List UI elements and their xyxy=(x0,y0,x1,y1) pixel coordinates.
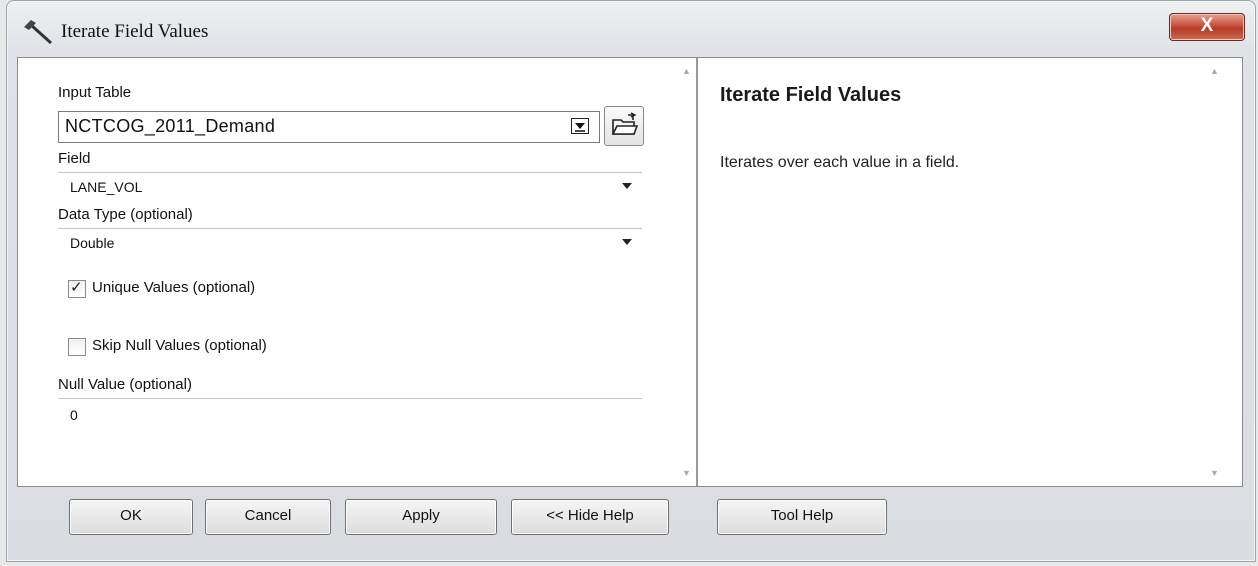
help-panel: Iterate Field Values Iterates over each … xyxy=(698,58,1224,486)
unique-values-checkbox[interactable]: ✓ xyxy=(68,279,86,298)
parameters-scrollbar[interactable]: ▲ ▼ xyxy=(678,58,696,486)
dropdown-caret-icon xyxy=(622,239,632,245)
help-description: Iterates over each value in a field. xyxy=(720,154,960,171)
ok-button[interactable]: OK xyxy=(69,499,193,535)
folder-open-icon xyxy=(611,112,639,135)
data-type-label: Data Type (optional) xyxy=(58,206,193,223)
dropdown-caret-icon xyxy=(622,183,632,189)
help-title: Iterate Field Values xyxy=(720,84,902,106)
field-label: Field xyxy=(58,150,91,167)
input-table-value: NCTCOG_2011_Demand xyxy=(65,116,276,136)
data-type-value: Double xyxy=(70,235,115,251)
scroll-up-icon[interactable]: ▲ xyxy=(1210,66,1219,76)
null-value-input[interactable]: 0 xyxy=(58,398,642,433)
chevron-down-icon[interactable] xyxy=(571,118,589,134)
browse-button[interactable] xyxy=(604,106,644,146)
null-value-label: Null Value (optional) xyxy=(58,376,192,393)
skip-null-values-checkbox[interactable] xyxy=(68,338,86,356)
help-scrollbar[interactable]: ▲ ▼ xyxy=(1206,58,1224,486)
close-button[interactable]: X xyxy=(1169,13,1245,41)
tool-help-button[interactable]: Tool Help xyxy=(717,499,887,535)
data-type-dropdown[interactable]: Double xyxy=(58,228,642,257)
hammer-icon xyxy=(24,20,53,45)
field-value: LANE_VOL xyxy=(70,179,143,195)
title-bar[interactable]: Iterate Field Values X xyxy=(7,1,1255,55)
dialog-client-area: Input Table NCTCOG_2011_Demand Field LAN… xyxy=(17,57,1243,487)
button-bar: OK Cancel Apply << Hide Help Tool Help xyxy=(17,489,1241,551)
null-value-text: 0 xyxy=(70,407,78,423)
window-title: Iterate Field Values xyxy=(61,21,209,42)
field-dropdown[interactable]: LANE_VOL xyxy=(58,172,642,201)
cancel-button[interactable]: Cancel xyxy=(205,499,331,535)
tool-dialog: Iterate Field Values X Input Table NCTCO… xyxy=(6,0,1256,562)
input-table-label: Input Table xyxy=(58,84,132,101)
checkmark-icon: ✓ xyxy=(70,279,83,296)
scroll-down-icon[interactable]: ▼ xyxy=(682,468,691,478)
skip-null-values-label[interactable]: Skip Null Values (optional) xyxy=(92,337,267,354)
scroll-down-icon[interactable]: ▼ xyxy=(1210,468,1219,478)
apply-button[interactable]: Apply xyxy=(345,499,497,535)
input-table-combobox[interactable]: NCTCOG_2011_Demand xyxy=(58,111,600,143)
parameters-panel: Input Table NCTCOG_2011_Demand Field LAN… xyxy=(18,58,678,486)
hide-help-button[interactable]: << Hide Help xyxy=(511,499,669,535)
unique-values-label[interactable]: Unique Values (optional) xyxy=(92,279,255,296)
scroll-up-icon[interactable]: ▲ xyxy=(682,66,691,76)
